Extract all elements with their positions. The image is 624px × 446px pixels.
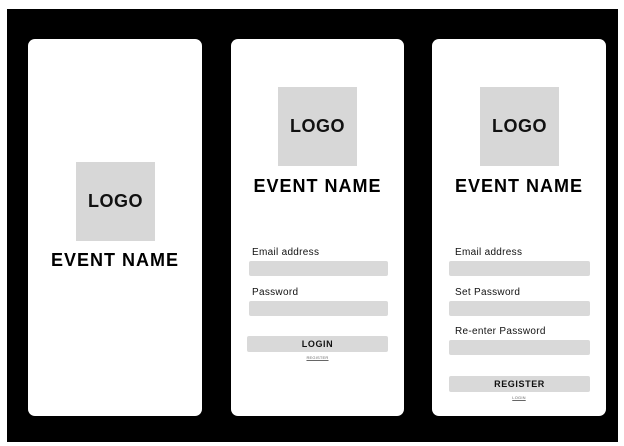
email-field[interactable] xyxy=(449,261,590,276)
password-field[interactable] xyxy=(249,301,388,316)
register-link[interactable]: REGISTER xyxy=(231,355,404,360)
password-label: Password xyxy=(252,287,299,298)
register-screen: LOGO EVENT NAME Email address Set Passwo… xyxy=(432,39,606,416)
logo-text: LOGO xyxy=(492,116,547,136)
event-name-title: EVENT NAME xyxy=(253,176,382,196)
event-name-title: EVENT NAME xyxy=(50,250,179,270)
logo-placeholder: LOGO xyxy=(278,87,357,166)
register-button[interactable]: REGISTER xyxy=(449,376,590,392)
reenter-password-label: Re-enter Password xyxy=(455,326,546,337)
login-button[interactable]: LOGIN xyxy=(247,336,388,352)
email-label: Email address xyxy=(252,247,320,258)
email-label: Email address xyxy=(455,247,523,258)
event-name-title: EVENT NAME xyxy=(454,176,583,196)
logo-text: LOGO xyxy=(88,191,143,211)
email-field[interactable] xyxy=(249,261,388,276)
login-link[interactable]: LOGIN xyxy=(432,395,606,400)
reenter-password-field[interactable] xyxy=(449,340,590,355)
login-screen: LOGO EVENT NAME Email address Password L… xyxy=(231,39,404,416)
splash-screen: LOGO EVENT NAME xyxy=(28,39,202,416)
logo-placeholder: LOGO xyxy=(480,87,559,166)
set-password-field[interactable] xyxy=(449,301,590,316)
set-password-label: Set Password xyxy=(455,287,521,298)
logo-text: LOGO xyxy=(290,116,345,136)
logo-placeholder: LOGO xyxy=(76,162,155,241)
